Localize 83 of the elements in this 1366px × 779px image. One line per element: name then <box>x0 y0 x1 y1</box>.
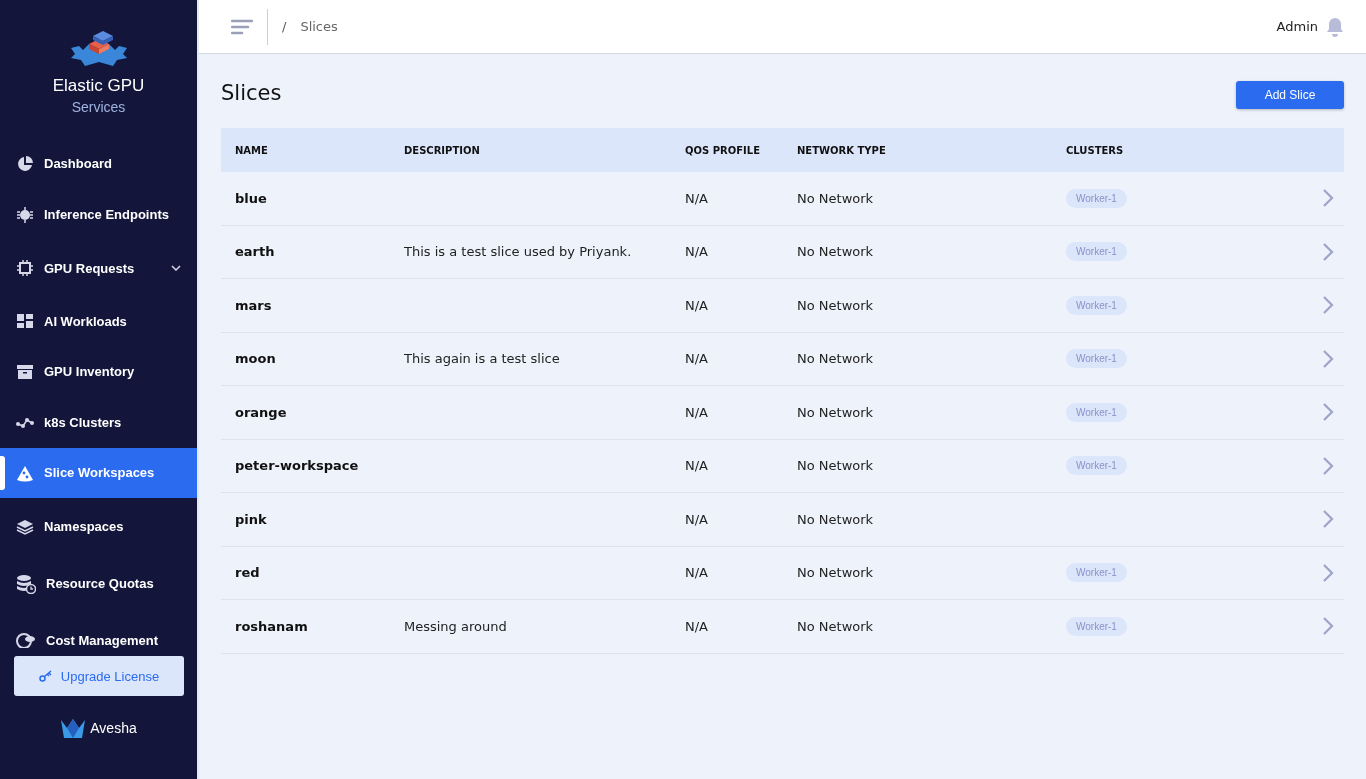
sidebar-item[interactable]: Resource Quotas <box>0 555 197 612</box>
cluster-tag: Worker-1 <box>1066 188 1127 208</box>
sidebar-item[interactable]: Namespaces <box>0 498 197 555</box>
table-cell-text: N/A <box>685 458 709 474</box>
sidebar-item[interactable]: Slice Workspaces <box>0 447 197 498</box>
sidebar-item[interactable]: AI Workloads <box>0 296 197 347</box>
sidebar-item[interactable]: Inference Endpoints <box>0 189 197 240</box>
table-cell-text: No Network <box>797 458 875 474</box>
chevron-right-icon[interactable] <box>1322 455 1334 476</box>
table-cell-text: No Network <box>797 404 875 420</box>
table-cell-text: No Network <box>797 244 875 260</box>
crown-logo-icon <box>60 718 87 738</box>
table-cell-text: No Network <box>797 565 875 581</box>
sidebar-item[interactable]: Cost Management <box>0 612 197 648</box>
chevron-right-icon[interactable] <box>1322 616 1334 637</box>
sidebar-item[interactable]: Dashboard <box>0 138 197 189</box>
chevron-right-icon[interactable] <box>1322 241 1334 262</box>
archive-icon <box>16 362 34 381</box>
bell-icon[interactable] <box>1326 16 1344 37</box>
table-cell-text: earth <box>235 244 276 260</box>
chevron-right-icon[interactable] <box>1322 188 1334 209</box>
table-cell-text: This again is a test slice <box>404 351 561 367</box>
column-header: NAME <box>235 144 269 156</box>
cluster-tag: Worker-1 <box>1066 456 1127 476</box>
coins-icon <box>16 631 36 648</box>
cluster-tag: Worker-1 <box>1066 242 1127 262</box>
table-cell-text: Messing around <box>404 618 508 634</box>
pie-chart-icon <box>16 154 34 173</box>
layers-icon <box>16 517 34 536</box>
table-cell-text: pink <box>235 511 268 527</box>
grid-icon <box>16 312 34 331</box>
upgrade-license-button[interactable]: Upgrade License <box>14 656 184 696</box>
table-cell-text: N/A <box>685 618 709 634</box>
column-header: QOS PROFILE <box>685 144 761 156</box>
table-cell-text: N/A <box>685 297 709 313</box>
cluster-tag: Worker-1 <box>1066 349 1127 369</box>
table-cell-text: No Network <box>797 618 875 634</box>
column-header: DESCRIPTION <box>404 144 481 156</box>
table-cell-text: mars <box>235 297 273 313</box>
chip-icon <box>16 205 34 224</box>
user-name[interactable]: Admin <box>1276 19 1318 34</box>
cluster-tag: Worker-1 <box>1066 616 1127 636</box>
chevron-right-icon[interactable] <box>1322 562 1334 583</box>
page-title: Slices <box>221 81 282 105</box>
breadcrumb-separator: / <box>282 19 287 34</box>
table-cell-text: blue <box>235 190 268 206</box>
sidebar-item[interactable]: GPU Requests <box>0 240 197 296</box>
table-cell-text: No Network <box>797 190 875 206</box>
table-cell-text: N/A <box>685 565 709 581</box>
cluster-tag: Worker-1 <box>1066 563 1127 583</box>
table-cell-text: N/A <box>685 244 709 260</box>
database-clock-icon <box>16 573 36 594</box>
chevron-right-icon[interactable] <box>1322 402 1334 423</box>
table-cell-text: peter-workspace <box>235 458 360 474</box>
column-header: CLUSTERS <box>1066 144 1125 156</box>
chevron-right-icon[interactable] <box>1322 509 1334 530</box>
table-cell-text: N/A <box>685 351 709 367</box>
table-cell-text: N/A <box>685 511 709 527</box>
table-cell-text: This is a test slice used by Priyank. <box>404 244 633 260</box>
table-cell-text: N/A <box>685 190 709 206</box>
sidebar-item[interactable]: k8s Clusters <box>0 397 197 448</box>
table-cell-text: No Network <box>797 351 875 367</box>
table-cell-text: roshanam <box>235 618 309 634</box>
chevron-right-icon[interactable] <box>1322 295 1334 316</box>
table-cell-text: N/A <box>685 404 709 420</box>
cluster-tag: Worker-1 <box>1066 295 1127 315</box>
table-cell-text: red <box>235 565 261 581</box>
add-slice-button[interactable]: Add Slice <box>1236 81 1344 109</box>
brand-title: Elastic GPU <box>52 76 145 96</box>
key-icon <box>38 670 53 682</box>
breadcrumb-item[interactable]: Slices <box>300 19 338 34</box>
cluster-tag: Worker-1 <box>1066 402 1127 422</box>
menu-icon[interactable] <box>231 18 253 35</box>
chevron-right-icon[interactable] <box>1322 348 1334 369</box>
column-header: NETWORK TYPE <box>797 144 887 156</box>
brand-subtitle: Services <box>71 99 126 115</box>
footer-logo-text: Avesha <box>90 720 137 736</box>
table-cell-text: moon <box>235 351 277 367</box>
table-cell-text: No Network <box>797 297 875 313</box>
table-cell-text: orange <box>235 404 288 420</box>
sidebar-item[interactable]: GPU Inventory <box>0 346 197 397</box>
chip-icon <box>16 259 34 277</box>
table-cell-text: No Network <box>797 511 875 527</box>
